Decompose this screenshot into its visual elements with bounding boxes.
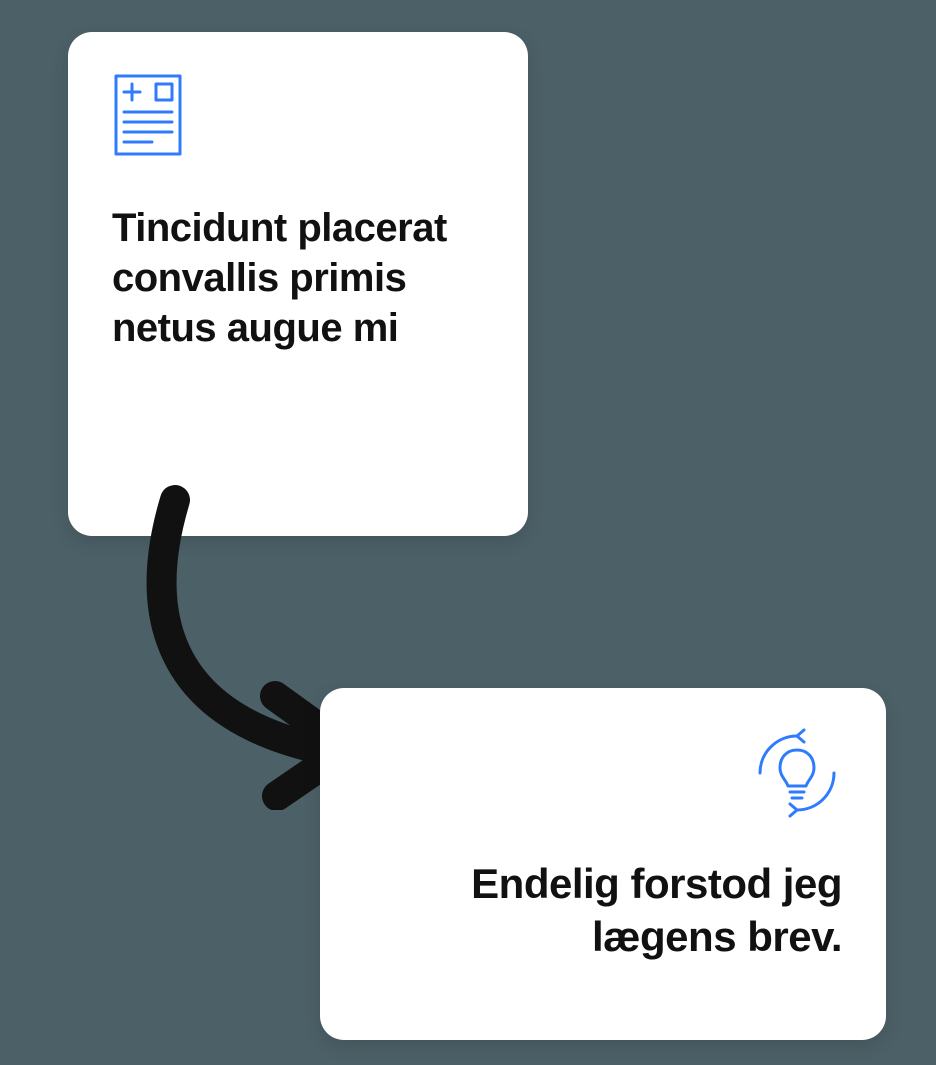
source-card-title: Tincidunt placerat convallis primis netu…	[112, 203, 484, 353]
result-card: Endelig forstod jeg lægens brev.	[320, 688, 886, 1040]
medical-document-icon	[112, 72, 484, 163]
source-card: Tincidunt placerat convallis primis netu…	[68, 32, 528, 536]
lightbulb-refresh-icon	[364, 728, 842, 818]
result-card-title: Endelig forstod jeg lægens brev.	[364, 858, 842, 963]
